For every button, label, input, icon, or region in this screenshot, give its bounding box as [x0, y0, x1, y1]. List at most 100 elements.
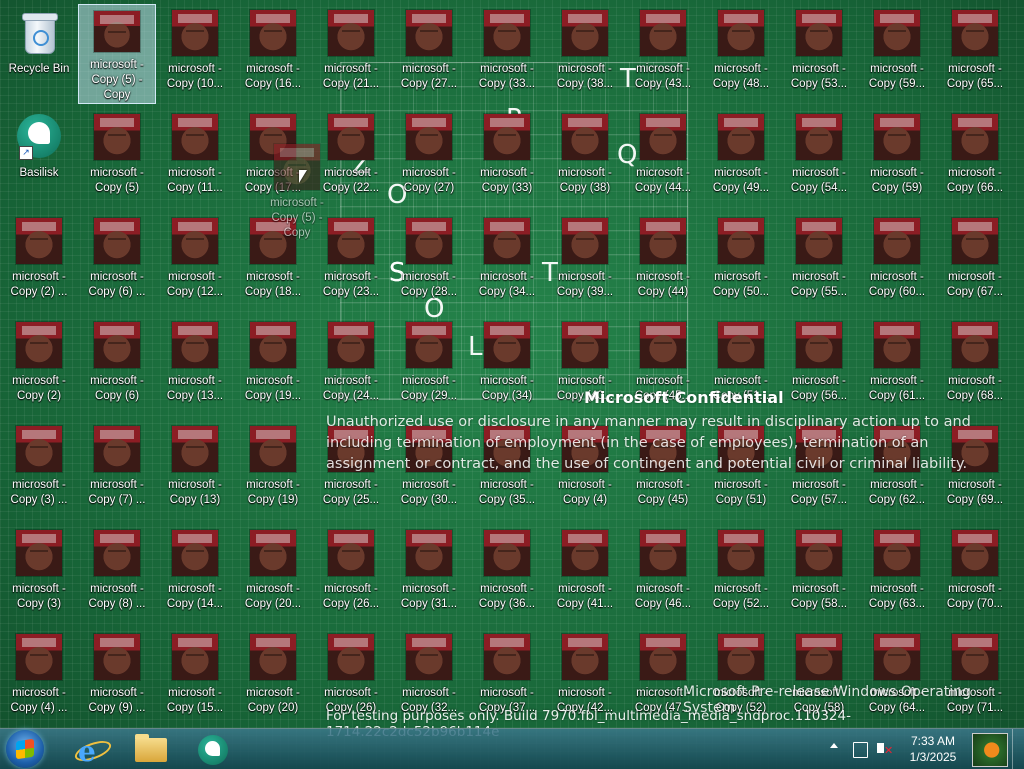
- desktop-icon-label: microsoft - Copy (38): [546, 166, 624, 196]
- desktop-icon-file[interactable]: microsoft - Copy (2) ...: [0, 212, 78, 312]
- desktop-icon-recycle-bin[interactable]: Recycle Bin: [0, 4, 78, 104]
- user-picture-butterfly-icon[interactable]: [972, 733, 1008, 767]
- desktop-icon-label: microsoft - Copy (10...: [156, 62, 234, 92]
- desktop-icon-file[interactable]: microsoft - Copy (7) ...: [78, 420, 156, 520]
- desktop-icon-file[interactable]: microsoft - Copy (20...: [234, 524, 312, 624]
- desktop-icon-file[interactable]: microsoft - Copy (48...: [702, 4, 780, 104]
- desktop-icon-file[interactable]: microsoft - Copy (36...: [468, 524, 546, 624]
- desktop-icon-label: microsoft - Copy (44...: [624, 166, 702, 196]
- desktop-icon-file[interactable]: microsoft - Copy (16...: [234, 4, 312, 104]
- desktop-icon-file[interactable]: microsoft - Copy (19): [234, 420, 312, 520]
- desktop-icon-file[interactable]: microsoft - Copy (31...: [390, 524, 468, 624]
- desktop-icon-file[interactable]: microsoft - Copy (13...: [156, 316, 234, 416]
- start-button[interactable]: [6, 730, 44, 768]
- desktop-icon-file[interactable]: microsoft - Copy (3): [0, 524, 78, 624]
- desktop-icon-file[interactable]: microsoft - Copy (10...: [156, 4, 234, 104]
- desktop-icon-file[interactable]: microsoft - Copy (21...: [312, 4, 390, 104]
- desktop-icon-file[interactable]: microsoft - Copy (3) ...: [0, 420, 78, 520]
- action-center-flag-icon[interactable]: [853, 742, 868, 758]
- desktop-icon-label-line: microsoft -: [324, 583, 378, 595]
- desktop-icon-file[interactable]: microsoft - Copy (5): [78, 108, 156, 208]
- desktop-icon-file[interactable]: microsoft - Copy (53...: [780, 4, 858, 104]
- taskbar-windows-explorer-button[interactable]: [124, 731, 180, 767]
- desktop-icon-file[interactable]: microsoft - Copy (49...: [702, 108, 780, 208]
- desktop-icon-file[interactable]: microsoft - Copy (26...: [312, 524, 390, 624]
- desktop-icon-file[interactable]: microsoft - Copy (58...: [780, 524, 858, 624]
- desktop-icon-file[interactable]: microsoft - Copy (27...: [390, 4, 468, 104]
- desktop-icon-file[interactable]: microsoft - Copy (41...: [546, 524, 624, 624]
- desktop-icon-file[interactable]: microsoft - Copy (61...: [858, 316, 936, 416]
- desktop-icon-file[interactable]: microsoft - Copy (70...: [936, 524, 1014, 624]
- desktop-icon-label-line: microsoft -: [402, 63, 456, 75]
- system-clock[interactable]: 7:33 AM 1/3/2025: [902, 733, 964, 765]
- desktop-icon-file[interactable]: microsoft - Copy (34...: [468, 212, 546, 312]
- desktop-icon-file[interactable]: microsoft - Copy (60...: [858, 212, 936, 312]
- desktop-icon-file[interactable]: microsoft - Copy (38): [546, 108, 624, 208]
- desktop-icon-file[interactable]: microsoft - Copy (39...: [546, 212, 624, 312]
- desktop-icon-label: microsoft - Copy (56...: [780, 374, 858, 404]
- desktop-icon-file[interactable]: microsoft - Copy (43...: [624, 4, 702, 104]
- desktop-icon-label-line: microsoft -: [168, 167, 222, 179]
- desktop-icon-file[interactable]: microsoft - Copy (13): [156, 420, 234, 520]
- clock-time: 7:33 AM: [910, 734, 956, 748]
- desktop-icon-file[interactable]: microsoft - Copy (68...: [936, 316, 1014, 416]
- desktop-icon-label: microsoft - Copy (48...: [702, 62, 780, 92]
- desktop-icon-label: microsoft - Copy (59): [858, 166, 936, 196]
- desktop-icon-file[interactable]: microsoft - Copy (46...: [624, 524, 702, 624]
- desktop-icon-file[interactable]: microsoft - Copy (15...: [156, 628, 234, 728]
- desktop-icon-file[interactable]: microsoft - Copy (63...: [858, 524, 936, 624]
- desktop-icon-label: microsoft - Copy (21...: [312, 62, 390, 92]
- desktop-icon-label-line: microsoft -: [324, 479, 378, 491]
- desktop-icon-file[interactable]: microsoft - Copy (55...: [780, 212, 858, 312]
- desktop-icon-label-line: Copy (67...: [946, 286, 1004, 298]
- desktop-icon-file[interactable]: microsoft - Copy (2): [0, 316, 78, 416]
- desktop-icon-file[interactable]: microsoft - Copy (11...: [156, 108, 234, 208]
- image-thumbnail-icon: [640, 10, 686, 56]
- desktop-icon-file[interactable]: microsoft - Copy (14...: [156, 524, 234, 624]
- desktop-icon-file[interactable]: microsoft - Copy (28...: [390, 212, 468, 312]
- desktop-icon-file[interactable]: microsoft - Copy (52...: [702, 524, 780, 624]
- desktop-icon-file[interactable]: microsoft - Copy (50...: [702, 212, 780, 312]
- image-thumbnail-icon: [796, 322, 842, 368]
- show-desktop-button[interactable]: [1012, 729, 1024, 769]
- desktop-icon-file[interactable]: microsoft - Copy (65...: [936, 4, 1014, 104]
- desktop-icon-file[interactable]: microsoft - Copy (27): [390, 108, 468, 208]
- desktop-icon-file[interactable]: microsoft - Copy (67...: [936, 212, 1014, 312]
- desktop-icon-file[interactable]: microsoft - Copy (29...: [390, 316, 468, 416]
- desktop-icon-file[interactable]: microsoft - Copy (9) ...: [78, 628, 156, 728]
- image-thumbnail-icon: [952, 218, 998, 264]
- desktop-icon-file[interactable]: microsoft - Copy (33...: [468, 4, 546, 104]
- desktop-icon-file[interactable]: microsoft - Copy (4) ...: [0, 628, 78, 728]
- desktop-icon-file[interactable]: microsoft - Copy (20): [234, 628, 312, 728]
- desktop-icon-label-line: microsoft -: [402, 479, 456, 491]
- desktop-icon-label: microsoft - Copy (31...: [390, 582, 468, 612]
- image-thumbnail-icon: [796, 114, 842, 160]
- show-hidden-icons-chevron-icon[interactable]: [830, 743, 838, 748]
- desktop-icon-file[interactable]: microsoft - Copy (59...: [858, 4, 936, 104]
- taskbar-basilisk-button[interactable]: [186, 731, 242, 767]
- volume-speaker-icon[interactable]: [877, 743, 884, 753]
- desktop-icon-file[interactable]: microsoft - Copy (44...: [624, 108, 702, 208]
- desktop-icon-file[interactable]: microsoft - Copy (6): [78, 316, 156, 416]
- desktop-icon-file[interactable]: microsoft - Copy (38...: [546, 4, 624, 104]
- desktop-icon-file[interactable]: microsoft - Copy (34): [468, 316, 546, 416]
- desktop-icon-basilisk[interactable]: ↗ Basilisk: [0, 108, 78, 208]
- desktop-icon-file[interactable]: microsoft - Copy (12...: [156, 212, 234, 312]
- desktop-icon-label: microsoft - Copy (68...: [936, 374, 1014, 404]
- desktop[interactable]: TQSOSTOLPZ Recycle Binmicrosoft -Copy (5…: [0, 0, 1024, 740]
- desktop-icon-file[interactable]: microsoft - Copy (5) - Copy: [78, 4, 156, 104]
- desktop-icon-file[interactable]: microsoft - Copy (33): [468, 108, 546, 208]
- desktop-icon-file[interactable]: microsoft - Copy (6) ...: [78, 212, 156, 312]
- desktop-icon-file[interactable]: microsoft - Copy (54...: [780, 108, 858, 208]
- desktop-icon-file[interactable]: microsoft - Copy (24...: [312, 316, 390, 416]
- desktop-icon-file[interactable]: microsoft - Copy (19...: [234, 316, 312, 416]
- desktop-icon-label-line: microsoft -: [90, 583, 144, 595]
- desktop-icon-file[interactable]: microsoft - Copy (56...: [780, 316, 858, 416]
- desktop-icon-file[interactable]: microsoft - Copy (66...: [936, 108, 1014, 208]
- desktop-icon-file[interactable]: microsoft - Copy (59): [858, 108, 936, 208]
- desktop-icon-file[interactable]: microsoft - Copy (44): [624, 212, 702, 312]
- desktop-icon-label-line: microsoft -: [324, 375, 378, 387]
- taskbar-internet-explorer-button[interactable]: e: [64, 731, 120, 768]
- image-thumbnail-icon: [796, 218, 842, 264]
- desktop-icon-file[interactable]: microsoft - Copy (8) ...: [78, 524, 156, 624]
